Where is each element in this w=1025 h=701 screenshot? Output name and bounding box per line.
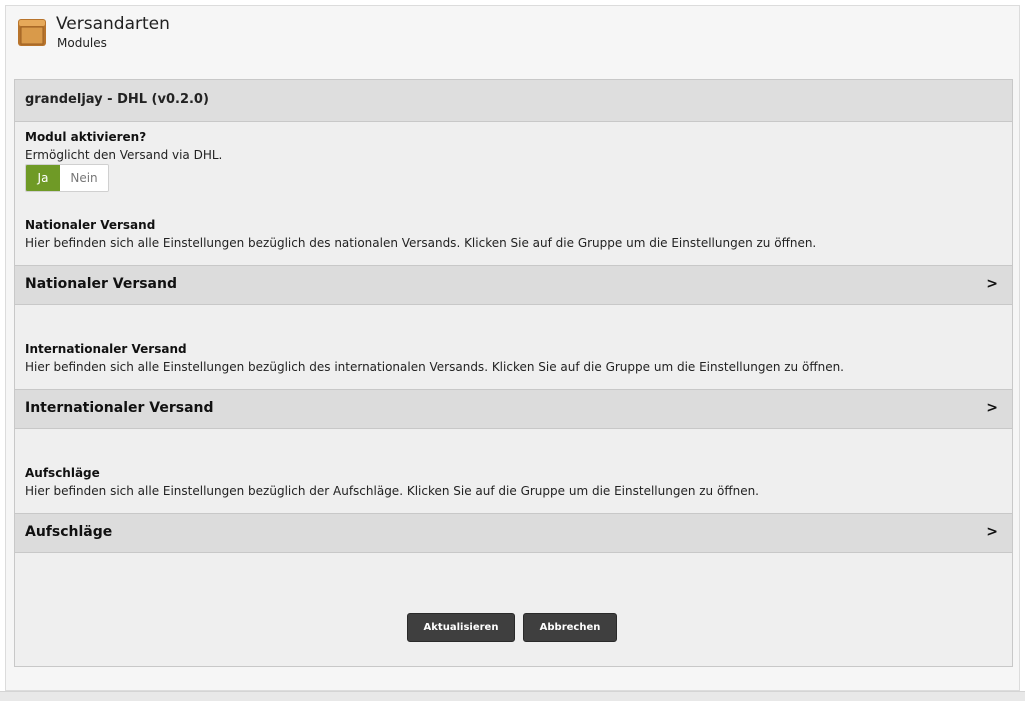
group-heading-national: Nationaler Versand <box>25 218 156 232</box>
box-icon <box>18 19 46 46</box>
group-description-international: Hier befinden sich alle Einstellungen be… <box>25 360 844 374</box>
group-bar-international[interactable]: Internationaler Versand > <box>15 389 1012 429</box>
panel-header: grandeljay - DHL (v0.2.0) <box>15 80 1012 122</box>
activate-label: Modul aktivieren? <box>25 130 147 144</box>
activate-description: Ermöglicht den Versand via DHL. <box>25 148 223 162</box>
module-frame: Versandarten Modules grandeljay - DHL (v… <box>5 5 1020 691</box>
group-bar-national[interactable]: Nationaler Versand > <box>15 265 1012 305</box>
group-description-surcharges: Hier befinden sich alle Einstellungen be… <box>25 484 759 498</box>
activate-toggle: Ja Nein <box>25 164 109 192</box>
group-bar-label: Nationaler Versand <box>25 276 177 292</box>
page-title: Versandarten <box>56 14 170 34</box>
module-settings-panel: grandeljay - DHL (v0.2.0) Modul aktivier… <box>14 79 1013 667</box>
chevron-right-icon: > <box>986 524 998 540</box>
group-heading-international: Internationaler Versand <box>25 342 187 356</box>
cancel-button[interactable]: Abbrechen <box>523 613 617 642</box>
page-subtitle: Modules <box>57 36 107 50</box>
module-name: grandeljay - DHL (v0.2.0) <box>25 92 209 107</box>
toggle-option-nein[interactable]: Nein <box>60 165 108 191</box>
group-bar-label: Aufschläge <box>25 524 113 540</box>
chevron-right-icon: > <box>986 400 998 416</box>
update-button[interactable]: Aktualisieren <box>407 613 515 642</box>
chevron-right-icon: > <box>986 276 998 292</box>
toggle-option-ja[interactable]: Ja <box>26 165 60 191</box>
group-bar-label: Internationaler Versand <box>25 400 214 416</box>
group-bar-surcharges[interactable]: Aufschläge > <box>15 513 1012 553</box>
group-heading-surcharges: Aufschläge <box>25 466 100 480</box>
group-description-national: Hier befinden sich alle Einstellungen be… <box>25 236 817 250</box>
